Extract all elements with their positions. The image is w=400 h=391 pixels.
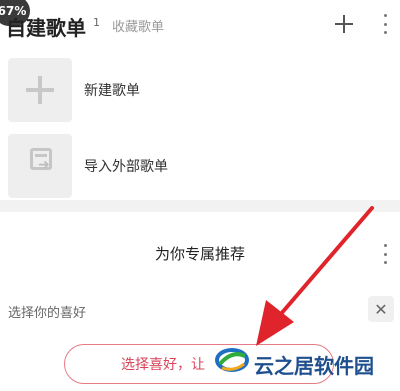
plus-icon[interactable] <box>334 14 354 34</box>
choose-preferences-label: 选择喜好，让 <box>121 357 205 373</box>
watermark-text: 云之居软件园 <box>254 354 374 378</box>
my-playlists-tab[interactable]: 自建歌单 <box>6 12 86 41</box>
watermark-logo-icon <box>215 348 249 372</box>
arrow-right-icon: ➜ <box>38 157 50 173</box>
recommend-title: 为你专属推荐 <box>154 245 245 263</box>
more-vertical-icon[interactable] <box>382 14 388 34</box>
close-icon: ✕ <box>374 299 388 319</box>
import-playlist-label[interactable]: 导入外部歌单 <box>84 156 168 176</box>
section-divider <box>0 200 400 212</box>
import-playlist-thumb[interactable]: ➜ <box>8 134 72 198</box>
more-vertical-icon[interactable] <box>382 244 388 264</box>
close-button[interactable]: ✕ <box>368 296 394 322</box>
preference-prompt: 选择你的喜好 <box>8 306 87 321</box>
playlist-count: 1 <box>93 16 100 29</box>
collected-playlists-tab[interactable]: 收藏歌单 <box>112 16 164 35</box>
new-playlist-label[interactable]: 新建歌单 <box>84 80 140 100</box>
new-playlist-thumb[interactable] <box>8 58 72 122</box>
